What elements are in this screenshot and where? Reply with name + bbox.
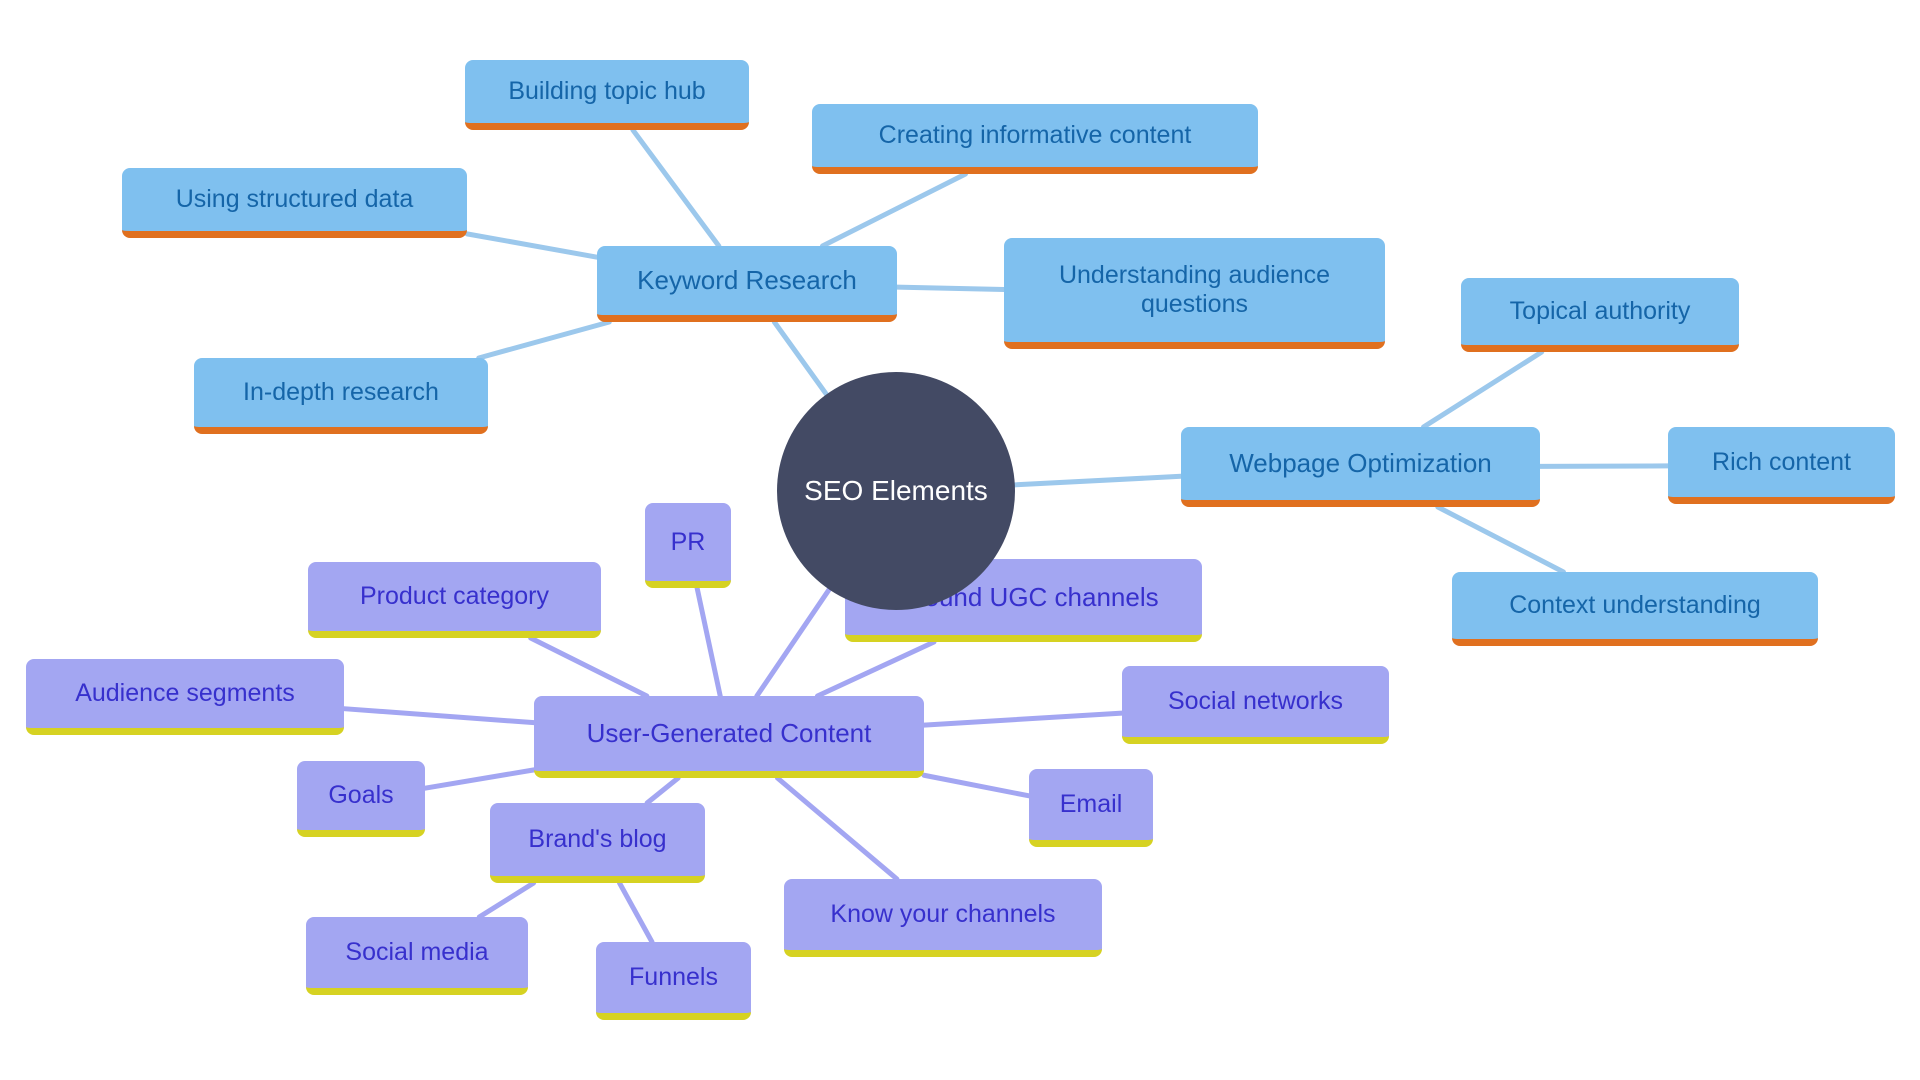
node-email[interactable]: Email [1029, 769, 1153, 847]
node-know-your-channels[interactable]: Know your channels [784, 879, 1102, 957]
edge-user-generated-content-to-know-your-channels [774, 775, 900, 882]
node-rich-content[interactable]: Rich content [1668, 427, 1895, 504]
edge-user-generated-content-to-product-category [528, 635, 650, 699]
edge-keyword-research-to-in-depth-research [476, 319, 612, 361]
node-product-category[interactable]: Product category [308, 562, 601, 638]
node-audience-segments[interactable]: Audience segments [26, 659, 344, 735]
node-user-generated-content[interactable]: User-Generated Content [534, 696, 924, 778]
edge-keyword-research-to-understanding-audience [894, 284, 1007, 292]
node-in-depth-research[interactable]: In-depth research [194, 358, 488, 434]
node-social-media[interactable]: Social media [306, 917, 528, 995]
edge-user-generated-content-to-brands-blog [644, 775, 681, 806]
node-understanding-audience[interactable]: Understanding audience questions [1004, 238, 1385, 349]
edge-center-to-webpage-optimization [1012, 473, 1184, 488]
edge-user-generated-content-to-audience-segments [341, 706, 537, 726]
edge-user-generated-content-to-inbound-ugc-channels [814, 639, 937, 699]
node-topical-authority[interactable]: Topical authority [1461, 278, 1739, 352]
node-pr[interactable]: PR [645, 503, 731, 588]
edge-keyword-research-to-building-topic-hub [630, 127, 722, 249]
mindmap-canvas: Building topic hub Creating informative c… [0, 0, 1920, 1080]
edge-brands-blog-to-social-media [476, 880, 537, 920]
node-creating-informative[interactable]: Creating informative content [812, 104, 1258, 174]
edge-center-to-user-generated-content [754, 586, 832, 699]
edge-keyword-research-to-creating-informative [819, 171, 968, 249]
node-webpage-optimization[interactable]: Webpage Optimization [1181, 427, 1540, 507]
node-center-seo-elements[interactable]: SEO Elements [777, 372, 1015, 610]
edge-brands-blog-to-funnels [617, 880, 655, 945]
edge-center-to-keyword-research [771, 319, 829, 397]
node-keyword-research[interactable]: Keyword Research [597, 246, 897, 322]
node-funnels[interactable]: Funnels [596, 942, 751, 1020]
node-building-topic-hub[interactable]: Building topic hub [465, 60, 749, 130]
node-social-networks[interactable]: Social networks [1122, 666, 1389, 744]
edge-keyword-research-to-using-structured-data [464, 231, 600, 260]
edge-user-generated-content-to-goals [422, 767, 537, 791]
edge-user-generated-content-to-pr [694, 585, 723, 699]
edge-webpage-optimization-to-context-understanding [1435, 504, 1566, 575]
edge-user-generated-content-to-social-networks [921, 710, 1125, 728]
edge-webpage-optimization-to-topical-authority [1421, 349, 1545, 430]
node-brands-blog[interactable]: Brand's blog [490, 803, 705, 883]
node-using-structured-data[interactable]: Using structured data [122, 168, 467, 238]
node-context-understanding[interactable]: Context understanding [1452, 572, 1818, 646]
edge-user-generated-content-to-email [921, 772, 1032, 799]
node-goals[interactable]: Goals [297, 761, 425, 837]
